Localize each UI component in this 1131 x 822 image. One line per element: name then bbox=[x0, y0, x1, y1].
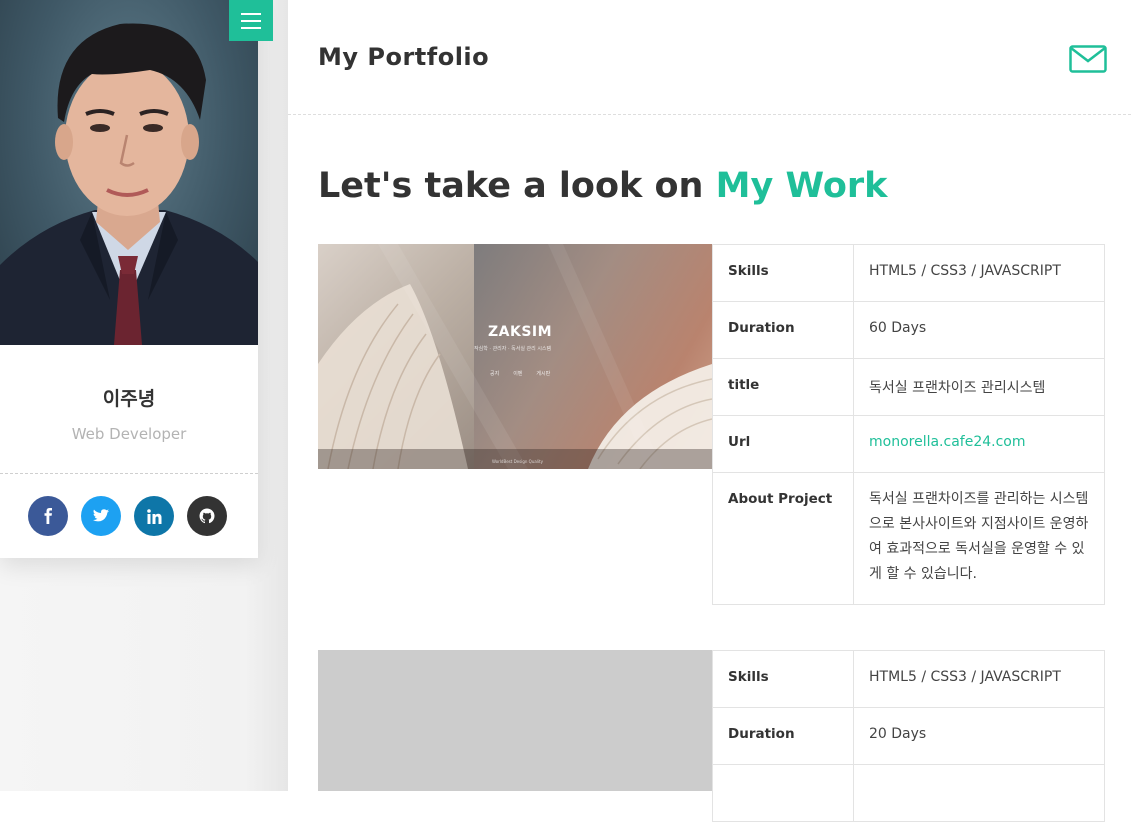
menu-bar bbox=[241, 12, 261, 15]
project-screenshot-placeholder[interactable] bbox=[318, 650, 712, 791]
github-icon[interactable] bbox=[187, 496, 227, 536]
menu-bar bbox=[241, 26, 261, 29]
row-value: 독서실 프랜차이즈 관리시스템 bbox=[853, 358, 1105, 416]
social-links bbox=[28, 496, 227, 536]
screenshot-nav-item: 공지 bbox=[490, 371, 500, 377]
menu-bar bbox=[241, 19, 261, 22]
row-key: title bbox=[712, 358, 854, 416]
project-info-table: Skills HTML5 / CSS3 / JAVASCRIPT Duratio… bbox=[712, 650, 1105, 822]
header-divider bbox=[288, 114, 1131, 115]
screenshot-subtitle: 작심학 · 관리자 · 독서실 관리 시스템 bbox=[474, 346, 552, 352]
facebook-icon[interactable] bbox=[28, 496, 68, 536]
profile-photo bbox=[0, 0, 258, 345]
table-row: Skills HTML5 / CSS3 / JAVASCRIPT bbox=[712, 650, 1105, 708]
row-key: Skills bbox=[712, 650, 854, 708]
table-row: Duration 60 Days bbox=[712, 301, 1105, 359]
project-screenshot[interactable]: ZAKSIM 작심학 · 관리자 · 독서실 관리 시스템 공지 이벤 게시판 … bbox=[318, 244, 712, 469]
row-key: Duration bbox=[712, 707, 854, 765]
row-key: About Project bbox=[712, 472, 854, 605]
linkedin-icon[interactable] bbox=[134, 496, 174, 536]
screenshot-footer: WorldBest Design Quality bbox=[492, 459, 543, 464]
row-value bbox=[853, 764, 1105, 822]
card-divider bbox=[0, 473, 258, 474]
profile-card: 이주녕 Web Developer bbox=[0, 0, 258, 558]
screenshot-nav-item: 이벤 bbox=[513, 371, 523, 377]
table-row: Url monorella.cafe24.com bbox=[712, 415, 1105, 473]
project-info-table: Skills HTML5 / CSS3 / JAVASCRIPT Duratio… bbox=[712, 244, 1105, 605]
table-row: About Project 독서실 프랜차이즈를 관리하는 시스템으로 본사사이… bbox=[712, 472, 1105, 605]
twitter-icon[interactable] bbox=[81, 496, 121, 536]
screenshot-nav: 공지 이벤 게시판 bbox=[490, 370, 550, 377]
row-key: Url bbox=[712, 415, 854, 473]
row-key: Duration bbox=[712, 301, 854, 359]
row-value: 독서실 프랜차이즈를 관리하는 시스템으로 본사사이트와 지점사이트 운영하여 … bbox=[853, 472, 1105, 605]
row-value: 60 Days bbox=[853, 301, 1105, 359]
section-heading: Let's take a look on My Work bbox=[318, 166, 887, 206]
table-row bbox=[712, 764, 1105, 822]
project-url-link[interactable]: monorella.cafe24.com bbox=[869, 434, 1026, 450]
profile-role: Web Developer bbox=[71, 425, 187, 443]
row-value: HTML5 / CSS3 / JAVASCRIPT bbox=[853, 244, 1105, 302]
row-value: HTML5 / CSS3 / JAVASCRIPT bbox=[853, 650, 1105, 708]
table-row: Skills HTML5 / CSS3 / JAVASCRIPT bbox=[712, 244, 1105, 302]
page-title: My Portfolio bbox=[318, 43, 490, 71]
table-row: title 독서실 프랜차이즈 관리시스템 bbox=[712, 358, 1105, 416]
row-value: 20 Days bbox=[853, 707, 1105, 765]
table-row: Duration 20 Days bbox=[712, 707, 1105, 765]
mail-icon[interactable] bbox=[1069, 45, 1107, 77]
row-key bbox=[712, 764, 854, 822]
row-key: Skills bbox=[712, 244, 854, 302]
book-illustration bbox=[318, 244, 712, 469]
hamburger-menu-icon[interactable] bbox=[229, 0, 273, 41]
profile-name: 이주녕 bbox=[102, 388, 156, 410]
screenshot-nav-item: 게시판 bbox=[536, 371, 551, 377]
row-value: monorella.cafe24.com bbox=[853, 415, 1105, 473]
heading-prefix: Let's take a look on bbox=[318, 166, 704, 206]
screenshot-logo: ZAKSIM bbox=[488, 324, 553, 340]
heading-accent: My Work bbox=[715, 166, 888, 206]
